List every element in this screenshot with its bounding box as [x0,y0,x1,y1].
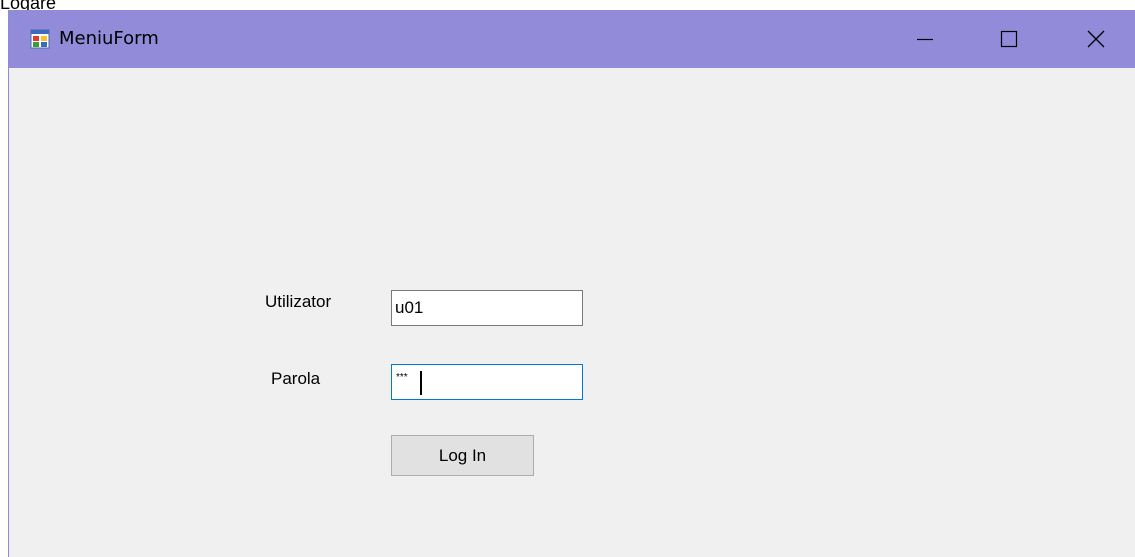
username-input[interactable] [391,290,583,326]
minimize-icon [917,38,933,41]
username-label: Utilizator [265,292,332,311]
password-input[interactable]: *** [391,364,583,400]
maximize-icon [1000,30,1018,48]
titlebar[interactable]: MeniuForm [9,10,1135,68]
minimize-button[interactable] [902,10,948,68]
maximize-button[interactable] [986,10,1032,68]
text-caret [420,371,422,395]
close-icon [1087,30,1105,48]
password-label: Parola [271,369,321,388]
meniuform-window: MeniuForm Utilizator Parola *** Log In [8,10,1135,557]
app-icon [30,29,50,49]
window-title: MeniuForm [59,28,159,49]
password-value: *** [396,372,408,383]
login-button[interactable]: Log In [391,435,534,476]
close-button[interactable] [1073,10,1119,68]
